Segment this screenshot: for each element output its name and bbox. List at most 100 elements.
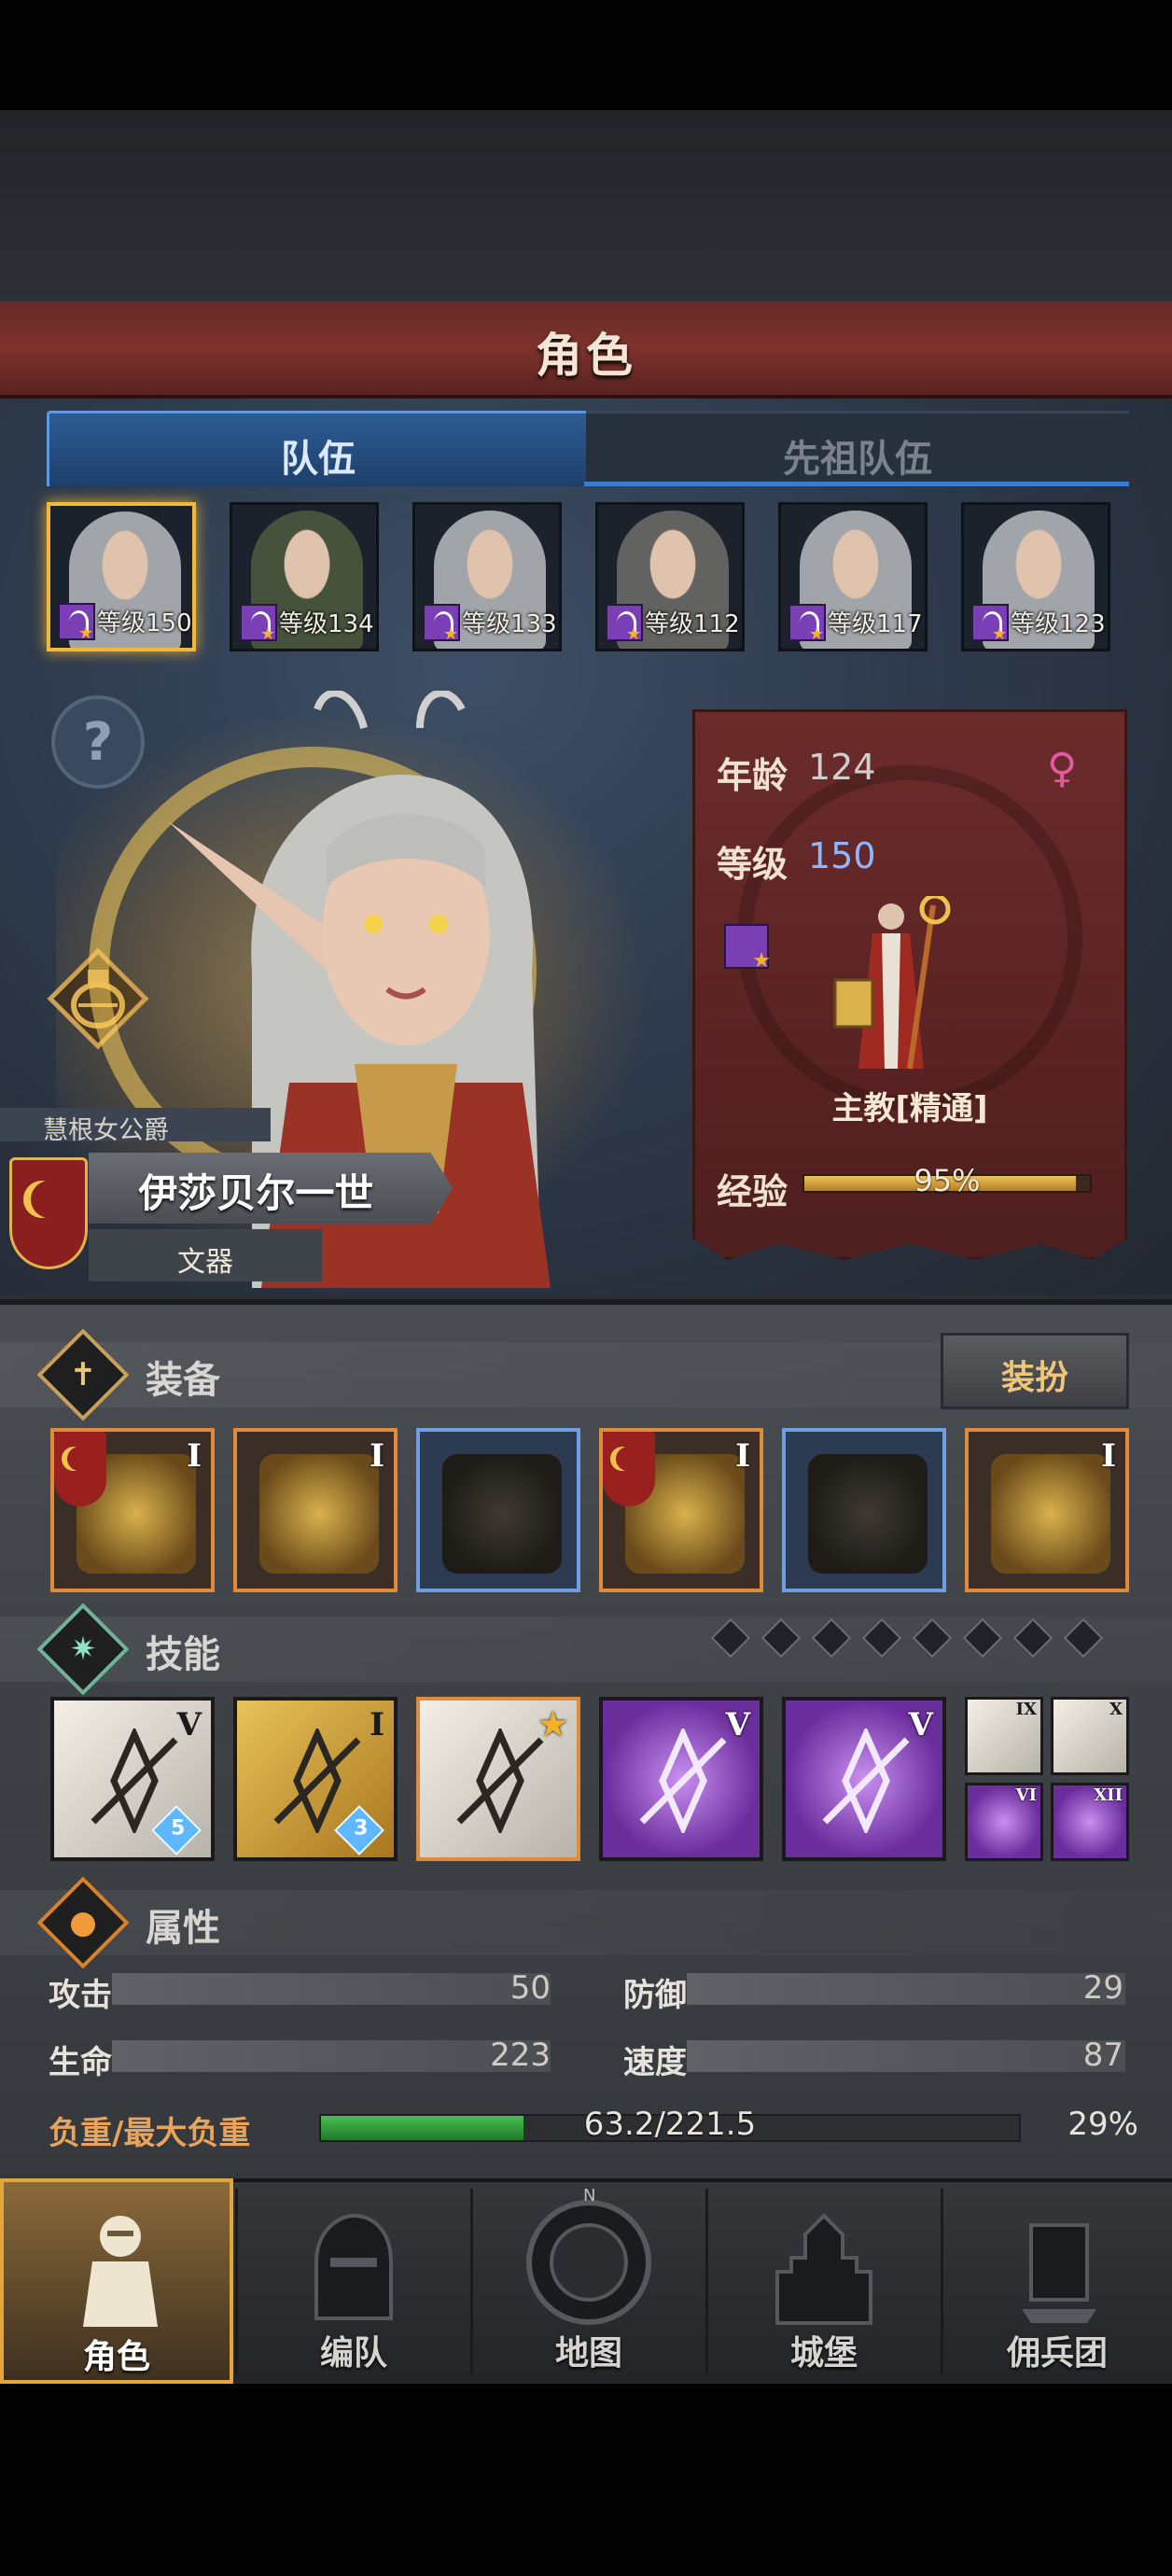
skill-gem-count: 5 [171,1816,186,1841]
hero-level: 等级123 [1011,610,1106,638]
equipment-slot[interactable] [416,1428,580,1592]
star-icon: ★ [260,624,276,644]
mini-skill-slot[interactable]: VI [965,1783,1043,1861]
hero-role-plate: 文器 [89,1229,322,1281]
class-icon: ★ [724,924,771,973]
speed-value: 87 [1082,2037,1123,2074]
equipment-title: 装备 [146,1359,220,1402]
hero-level: 等级112 [645,610,740,638]
equipment-slot[interactable]: I [599,1428,763,1592]
star-icon: ★ [626,624,642,644]
hero-slot[interactable]: ★ 等级112 [595,502,745,651]
equipment-slot[interactable]: I [965,1428,1129,1592]
bishop-class-figure [833,896,951,1070]
tab-ancestor-team-label: 先祖队伍 [783,438,932,481]
crystal-icon [991,1454,1110,1574]
nav-character[interactable]: 角色 [0,2178,233,2384]
age-value: 124 [808,747,876,788]
hero-slot[interactable]: ★ 等级150 [47,502,196,651]
mini-skill-slot[interactable]: XII [1051,1783,1129,1861]
mini-skill-slot[interactable]: IX [965,1697,1043,1775]
mini-skill-tier: IX [1015,1700,1037,1719]
weight-percent: 29% [1067,2106,1138,2143]
hero-slot[interactable]: ★ 等级133 [412,502,562,651]
mini-skill-tier: XII [1094,1785,1123,1805]
nav-map[interactable]: N 地图 [472,2178,705,2384]
hero-name-plate[interactable]: 伊莎贝尔一世 [89,1153,453,1224]
hp-value: 223 [490,2037,551,2074]
tab-ancestor-team[interactable]: 先祖队伍 [586,411,1129,486]
nav-castle-label: 城堡 [789,2334,858,2373]
skill-tier: ★ [538,1706,567,1743]
hero-level: 等级150 [97,609,192,637]
star-icon: ★ [78,623,94,643]
crescent-crest-icon [603,1432,655,1506]
star-icon: ★ [809,624,825,644]
hero-level: 等级117 [828,610,923,638]
outfit-button[interactable]: 装扮 [941,1333,1129,1409]
boots-icon [808,1454,928,1574]
nav-mercenary-label: 佣兵团 [1006,2334,1108,2373]
page-header: 角色 [0,301,1172,399]
nav-formation-label: 编队 [319,2334,387,2373]
skill-tier: V [725,1706,750,1743]
castle-icon [775,2213,872,2325]
equipment-slot[interactable] [782,1428,946,1592]
nav-castle[interactable]: 城堡 [707,2178,941,2384]
mercenary-icon [1022,2223,1096,2323]
item-tier: I [735,1437,750,1475]
knight-icon [83,2216,158,2327]
exp-value: 95% [914,1163,981,1198]
skill-slot[interactable]: V [782,1697,946,1861]
skill-slot[interactable]: ★ [416,1697,580,1861]
star-icon: ★ [992,624,1008,644]
equipment-slot[interactable]: I [50,1428,215,1592]
skill-tier: V [908,1706,933,1743]
skill-gem-count: 3 [354,1816,369,1841]
equipment-slot[interactable]: I [233,1428,398,1592]
skill-slot[interactable]: I3 [233,1697,398,1861]
tab-team-label: 队伍 [281,438,356,481]
hp-label: 生命 [49,2044,112,2081]
level-label: 等级 [717,844,788,885]
top-backdrop [0,110,1172,301]
item-tier: I [370,1437,384,1475]
hero-rank: 慧根女公爵 [43,1116,169,1145]
attack-value: 50 [509,1969,551,2007]
female-icon: ♀ [1047,745,1078,792]
nav-map-label: 地图 [554,2334,622,2373]
skill-slot[interactable]: V [599,1697,763,1861]
hero-rank-strip: 慧根女公爵 [0,1108,271,1145]
mini-skill-tier: VI [1015,1785,1037,1805]
skill-slot[interactable]: V5 [50,1697,215,1861]
tab-team[interactable]: 队伍 [47,411,590,486]
hero-slot[interactable]: ★ 等级117 [778,502,928,651]
nav-mercenary[interactable]: 佣兵团 [942,2178,1172,2384]
crescent-crest-icon [54,1432,106,1506]
class-name: 主教[精通] [831,1090,988,1127]
bottom-black-area [0,2384,1172,2576]
mini-skill-slot[interactable]: X [1051,1697,1129,1775]
crystal-arm-skill-icon [639,1729,727,1833]
level-value: 150 [808,835,876,876]
age-label: 年龄 [717,755,788,796]
item-tier: I [187,1437,202,1475]
skill-tier: I [370,1706,384,1743]
page-title: 角色 [536,329,636,383]
weight-value: 63.2/221.5 [583,2106,757,2143]
helmet-icon [314,2213,393,2320]
weight-label: 负重/最大负重 [49,2115,251,2152]
hero-slot[interactable]: ★ 等级134 [230,502,379,651]
defense-label: 防御 [623,1977,687,2014]
crystal-altar-skill-icon [456,1729,544,1833]
nav-formation[interactable]: 编队 [237,2178,470,2384]
hero-slot[interactable]: ★ 等级123 [961,502,1110,651]
star-icon: ★ [443,624,459,644]
attack-label: 攻击 [49,1977,112,2014]
nav-character-label: 角色 [82,2338,150,2376]
tab-underline [584,482,1129,486]
exp-label: 经验 [717,1171,788,1212]
hero-role: 文器 [177,1246,233,1279]
attributes-title: 属性 [146,1907,220,1950]
skill-tier: V [176,1706,202,1743]
